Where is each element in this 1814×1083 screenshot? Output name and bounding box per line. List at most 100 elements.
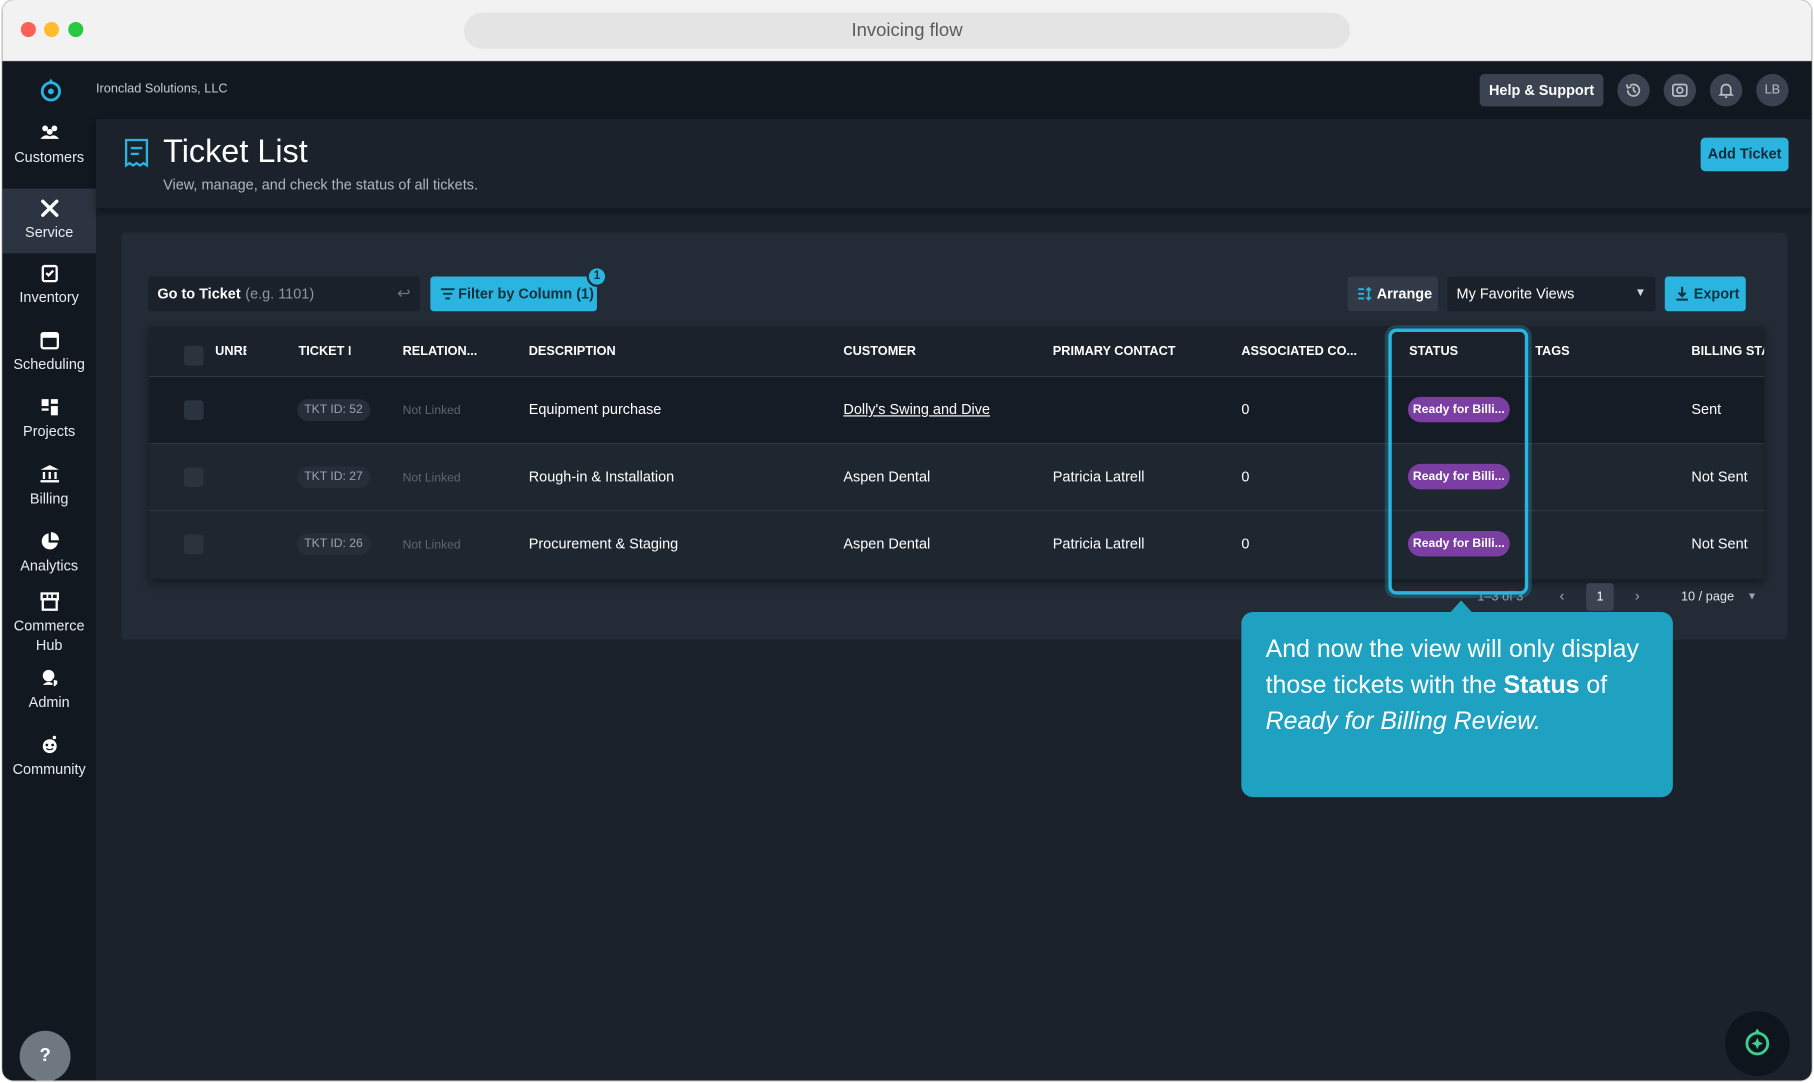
page-subtitle: View, manage, and check the status of al…	[163, 177, 478, 194]
export-label: Export	[1693, 285, 1740, 302]
sidebar-item-scheduling[interactable]: Scheduling	[2, 330, 96, 395]
sidebar-item-community[interactable]: Community	[2, 735, 96, 800]
minimize-window-button[interactable]	[43, 21, 60, 38]
pie-chart-icon	[41, 532, 59, 550]
go-to-ticket-input[interactable]: (e.g. 1101)	[245, 286, 314, 302]
billing-status-cell: Not Sent	[1691, 535, 1748, 552]
notifications-button[interactable]	[1709, 74, 1743, 107]
sidebar-item-label: Scheduling	[13, 356, 85, 373]
sidebar-item-projects[interactable]: Projects	[2, 397, 96, 462]
bell-icon	[1718, 83, 1734, 99]
top-bar: Ironclad Solutions, LLC Help & Support L…	[96, 61, 1812, 120]
sidebar-item-inventory[interactable]: Inventory	[2, 263, 96, 328]
screenshot-button[interactable]	[1663, 74, 1697, 107]
close-window-button[interactable]	[20, 21, 36, 38]
sidebar-item-label: Billing	[29, 490, 69, 507]
arrange-icon	[1358, 286, 1372, 301]
primary-contact-cell: Patricia Latrell	[1052, 535, 1145, 552]
column-header-description[interactable]: DESCRIPTION	[529, 345, 616, 359]
arrange-button[interactable]: Arrange	[1347, 276, 1439, 312]
app-logo-icon[interactable]	[38, 78, 63, 103]
export-button[interactable]: Export	[1664, 276, 1746, 312]
calendar-icon	[39, 332, 59, 350]
go-to-ticket-field[interactable]: Go to Ticket (e.g. 1101) ↩	[148, 276, 420, 312]
ticket-list-icon	[124, 138, 149, 168]
billing-status-cell: Sent	[1691, 401, 1722, 418]
maximize-window-button[interactable]	[68, 21, 84, 38]
filter-by-column-label: Filter by Column (1)	[458, 285, 594, 302]
camera-icon	[1672, 83, 1688, 97]
row-checkbox[interactable]	[183, 400, 204, 420]
filter-by-column-button[interactable]: Filter by Column (1)	[430, 276, 597, 312]
customer-cell: Aspen Dental	[843, 535, 931, 552]
company-name: Ironclad Solutions, LLC	[96, 82, 228, 97]
sidebar-item-label: Service	[25, 224, 74, 241]
relation-cell: Not Linked	[402, 470, 461, 485]
help-button[interactable]: ?	[19, 1030, 71, 1081]
favorite-views-select[interactable]: My Favorite Views ▼	[1447, 276, 1656, 312]
sidebar: Customers Service Inventory Scheduling P…	[2, 61, 97, 1081]
column-header-customer[interactable]: CUSTOMER	[843, 345, 916, 359]
billing-status-cell: Not Sent	[1691, 468, 1748, 485]
ticket-id-badge[interactable]: TKT ID: 26	[297, 533, 370, 556]
current-page-button[interactable]: 1	[1586, 583, 1614, 611]
inventory-icon	[41, 264, 58, 283]
filter-count-badge: 1	[586, 266, 608, 287]
column-header-associated-co[interactable]: ASSOCIATED CO...	[1241, 345, 1357, 359]
history-button[interactable]	[1617, 74, 1650, 107]
column-header-tags[interactable]: TAGS	[1535, 345, 1569, 359]
sidebar-item-service[interactable]: Service	[2, 188, 97, 254]
relation-cell: Not Linked	[402, 403, 461, 418]
sidebar-item-commerce-hub[interactable]: Commerce Hub	[2, 591, 96, 665]
projects-icon	[41, 399, 58, 416]
description-cell: Rough-in & Installation	[528, 468, 675, 485]
sidebar-item-label: Commerce Hub	[13, 617, 85, 654]
status-column-highlight	[1388, 328, 1529, 595]
enter-icon[interactable]: ↩	[397, 283, 411, 303]
sidebar-item-admin[interactable]: Admin	[2, 668, 96, 733]
title-bar: Invoicing flow	[2, 0, 1812, 62]
bank-icon	[39, 465, 59, 483]
sidebar-item-label: Inventory	[19, 289, 79, 306]
help-support-button[interactable]: Help & Support	[1479, 74, 1604, 107]
history-icon	[1625, 83, 1641, 97]
sidebar-item-billing[interactable]: Billing	[2, 464, 96, 529]
ticket-list-panel: Go to Ticket (e.g. 1101) ↩ Filter by Col…	[121, 232, 1788, 640]
callout-italic-text: Ready for Billing Review.	[1265, 706, 1541, 735]
column-header-relation[interactable]: RELATION...	[403, 345, 478, 359]
sidebar-item-label: Customers	[14, 149, 85, 166]
ticket-id-badge[interactable]: TKT ID: 27	[297, 466, 370, 489]
assistant-button[interactable]	[1724, 1011, 1790, 1076]
column-header-unread[interactable]: UNRE	[215, 345, 246, 359]
row-checkbox[interactable]	[183, 467, 204, 488]
sidebar-item-analytics[interactable]: Analytics	[2, 531, 96, 596]
assistant-sparkle-icon	[1745, 1028, 1770, 1056]
app-window: Invoicing flow Customers Service Invento…	[2, 0, 1812, 1081]
previous-page-icon[interactable]: ‹	[1560, 587, 1565, 604]
service-icon	[40, 199, 58, 217]
callout-text: of	[1579, 671, 1608, 699]
callout-bold-text: Status	[1503, 671, 1580, 699]
community-icon	[42, 735, 57, 754]
sidebar-item-customers[interactable]: Customers	[2, 123, 96, 188]
column-header-ticket-id[interactable]: TICKET I	[298, 345, 350, 359]
customer-link[interactable]: Dolly's Swing and Dive	[843, 401, 990, 417]
next-page-icon[interactable]: ›	[1635, 587, 1640, 604]
associated-count-cell: 0	[1241, 401, 1250, 418]
favorite-views-value: My Favorite Views	[1456, 285, 1575, 302]
add-ticket-button[interactable]: Add Ticket	[1700, 137, 1789, 172]
relation-cell: Not Linked	[402, 537, 461, 552]
ticket-id-badge[interactable]: TKT ID: 52	[297, 399, 370, 422]
chevron-down-icon: ▼	[1746, 590, 1758, 602]
page-size-select[interactable]: 10 / page	[1681, 590, 1734, 604]
admin-shield-icon	[42, 669, 58, 688]
page-title: Ticket List	[163, 133, 308, 169]
select-all-checkbox[interactable]	[183, 345, 204, 366]
row-checkbox[interactable]	[183, 534, 204, 555]
sidebar-item-label: Community	[12, 761, 86, 778]
avatar[interactable]: LB	[1756, 74, 1789, 107]
column-header-billing-status[interactable]: BILLING STA	[1691, 345, 1764, 359]
column-header-primary-contact[interactable]: PRIMARY CONTACT	[1053, 345, 1176, 359]
sidebar-item-label: Projects	[23, 423, 76, 440]
primary-contact-cell: Patricia Latrell	[1052, 468, 1145, 485]
